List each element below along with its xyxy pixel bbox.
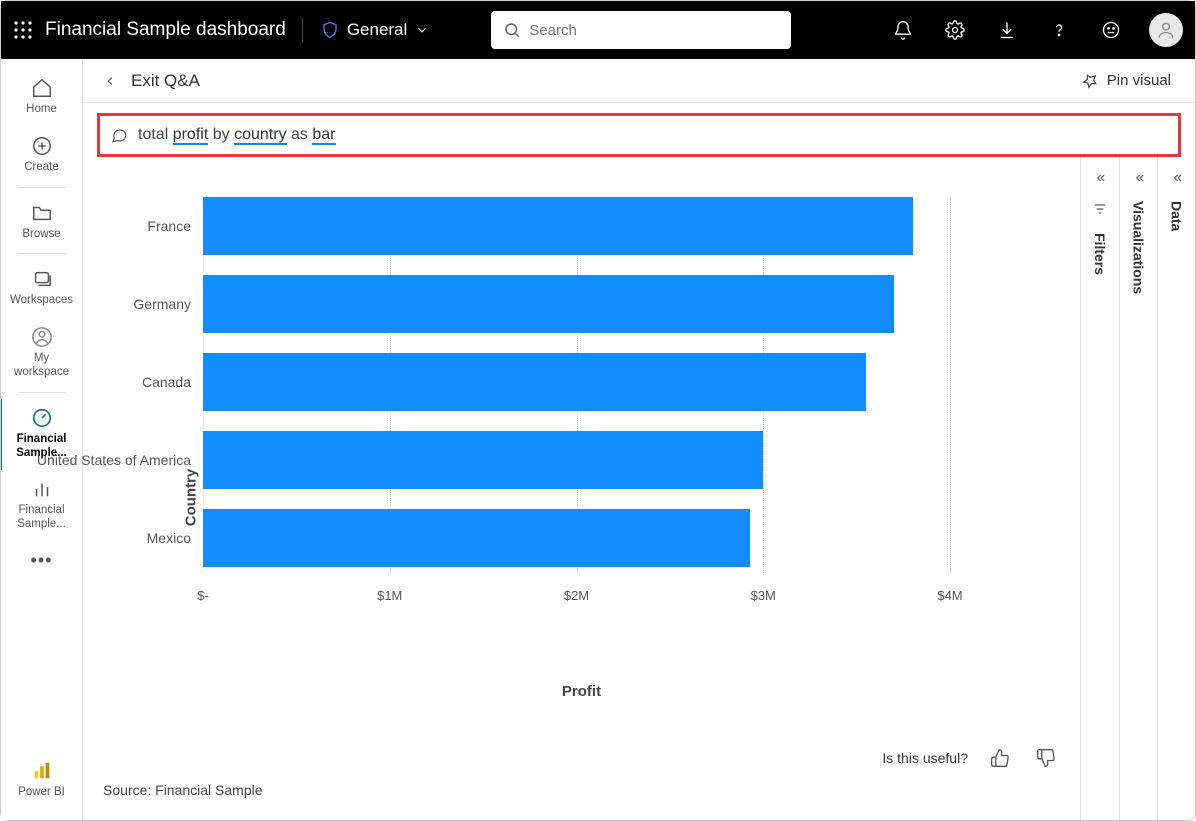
settings-button[interactable]: [935, 10, 975, 50]
bar-row: Canada: [203, 353, 950, 411]
bar-row: Mexico: [203, 509, 950, 567]
bar[interactable]: [203, 353, 866, 411]
left-nav: Home Create Browse Workspaces My workspa…: [1, 59, 83, 820]
home-icon: [31, 77, 53, 99]
gauge-icon: [31, 407, 53, 429]
search-icon: [503, 21, 521, 39]
nav-workspaces[interactable]: Workspaces: [10, 260, 74, 318]
x-tick: $2M: [564, 588, 589, 603]
bar-label: Canada: [142, 374, 203, 390]
user-circle-icon: [31, 326, 53, 348]
pin-visual-button[interactable]: Pin visual: [1073, 68, 1179, 94]
sub-header: Exit Q&A Pin visual: [83, 59, 1195, 103]
data-panel[interactable]: Data: [1157, 157, 1195, 820]
top-bar: Financial Sample dashboard General: [1, 1, 1195, 59]
feedback-row: Is this useful?: [882, 744, 1060, 772]
bar-label: France: [147, 218, 203, 234]
plus-circle-icon: [31, 135, 53, 157]
x-tick: $-: [197, 588, 209, 603]
pin-icon: [1081, 72, 1099, 90]
power-bi-icon: [31, 760, 53, 782]
notifications-button[interactable]: [883, 10, 923, 50]
x-axis-label: Profit: [562, 683, 601, 700]
folder-icon: [31, 202, 53, 224]
x-tick: $1M: [377, 588, 402, 603]
thumbs-up-button[interactable]: [986, 744, 1014, 772]
nav-create[interactable]: Create: [10, 127, 74, 185]
nav-financial-sample-report[interactable]: Financial Sample...: [10, 470, 74, 542]
bar[interactable]: [203, 431, 763, 489]
chat-icon: [110, 126, 128, 144]
help-button[interactable]: [1039, 10, 1079, 50]
y-axis-label: Country: [183, 468, 200, 526]
back-button[interactable]: [99, 70, 121, 92]
nav-browse[interactable]: Browse: [10, 194, 74, 252]
bar-row: France: [203, 197, 950, 255]
sensitivity-dropdown[interactable]: General: [321, 20, 429, 40]
search-box[interactable]: [491, 11, 791, 49]
chart-canvas: Country $- $1M $2M $3M $4M France Germany Canad…: [83, 157, 1080, 820]
bars-icon: [31, 478, 53, 500]
bar-row: Germany: [203, 275, 950, 333]
thumbs-down-button[interactable]: [1032, 744, 1060, 772]
bar[interactable]: [203, 275, 894, 333]
exit-qna-label[interactable]: Exit Q&A: [131, 71, 200, 91]
chevron-down-icon: [415, 23, 429, 37]
filter-icon: [1092, 201, 1108, 217]
x-tick: $3M: [751, 588, 776, 603]
chart-body: $-$1M$2M$3M$4MFranceGermanyCanadaUnited …: [203, 197, 950, 573]
bar-row: United States of America: [203, 431, 950, 489]
bar[interactable]: [203, 197, 913, 255]
collapse-icon[interactable]: [1093, 171, 1107, 185]
collapse-icon[interactable]: [1132, 171, 1146, 185]
user-avatar[interactable]: [1149, 13, 1183, 47]
nav-my-workspace[interactable]: My workspace: [10, 318, 74, 390]
divider: [302, 17, 303, 43]
nav-home[interactable]: Home: [10, 69, 74, 127]
main-content: Exit Q&A Pin visual total profit by coun…: [83, 59, 1195, 820]
visualizations-panel[interactable]: Visualizations: [1119, 157, 1157, 820]
qna-input[interactable]: total profit by country as bar: [97, 113, 1181, 157]
qna-text: total profit by country as bar: [138, 126, 336, 144]
stack-icon: [31, 268, 53, 290]
feedback-button[interactable]: [1091, 10, 1131, 50]
app-launcher-icon[interactable]: [13, 20, 33, 40]
download-button[interactable]: [987, 10, 1027, 50]
chevron-left-icon: [103, 74, 117, 88]
bar-label: Mexico: [147, 530, 203, 546]
collapse-icon[interactable]: [1170, 171, 1184, 185]
search-input[interactable]: [529, 22, 779, 39]
right-panels: Filters Visualizations Data: [1080, 157, 1195, 820]
chart-source: Source: Financial Sample: [103, 782, 263, 798]
x-tick: $4M: [937, 588, 962, 603]
bar-label: Germany: [133, 296, 203, 312]
bar[interactable]: [203, 509, 750, 567]
nav-power-bi[interactable]: Power BI: [10, 752, 74, 810]
filters-panel[interactable]: Filters: [1081, 157, 1119, 820]
dashboard-title: Financial Sample dashboard: [45, 19, 286, 41]
bar-label: United States of America: [37, 452, 203, 468]
sensitivity-label: General: [347, 20, 407, 40]
feedback-prompt: Is this useful?: [882, 750, 968, 766]
nav-more[interactable]: •••: [31, 542, 53, 579]
shield-icon: [321, 21, 339, 39]
